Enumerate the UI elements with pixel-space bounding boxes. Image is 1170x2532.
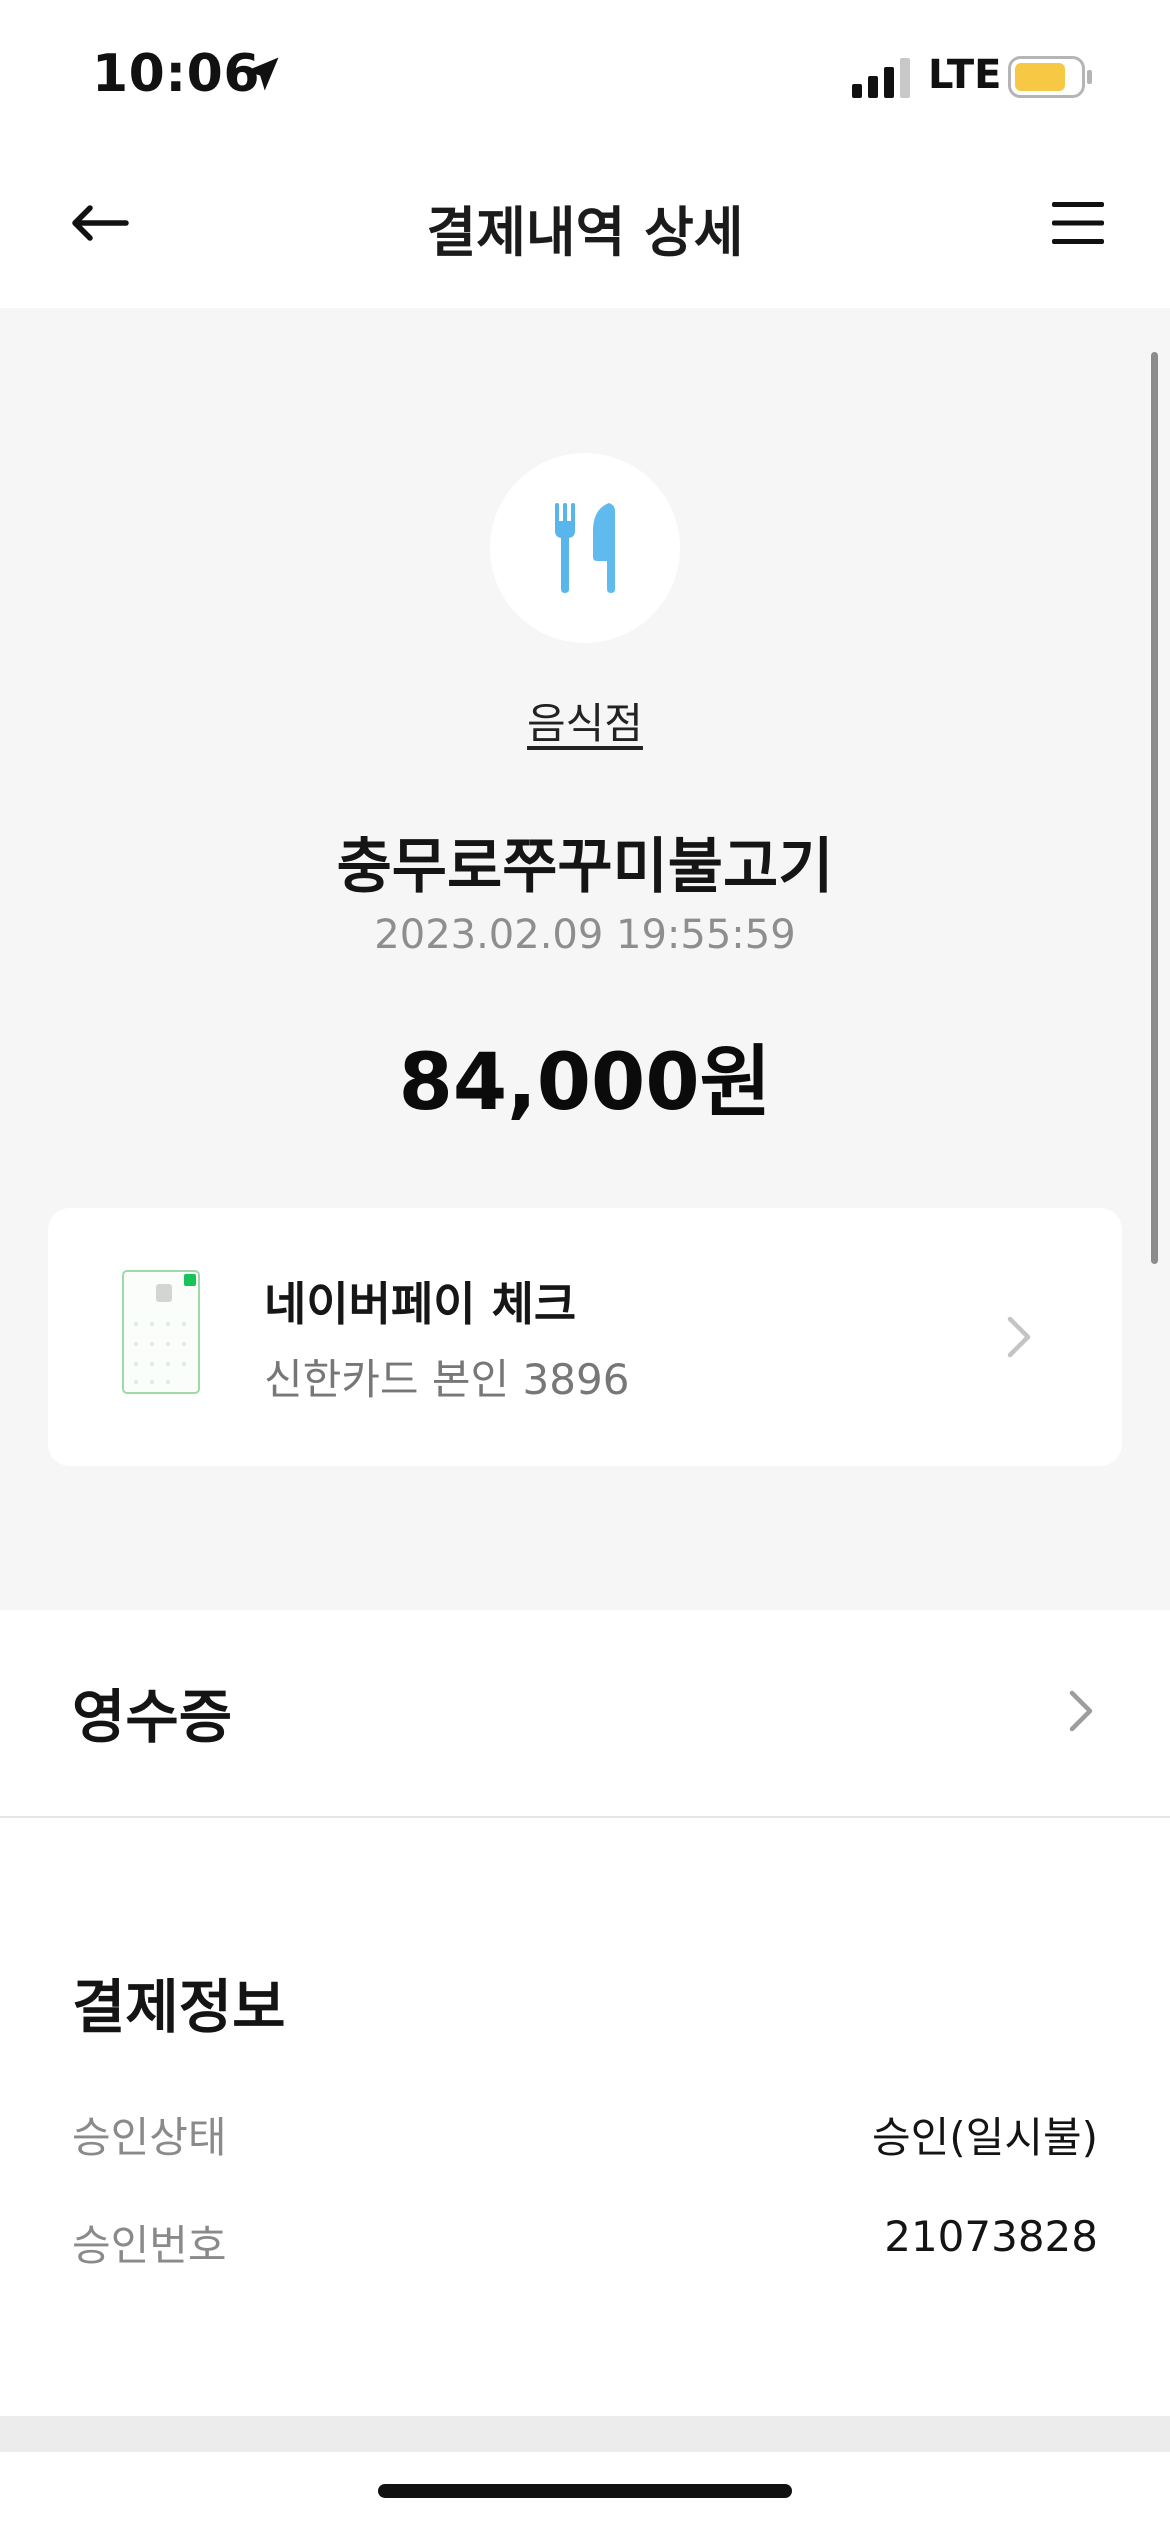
payment-info-title: 결제정보	[72, 1973, 286, 2041]
hamburger-menu-icon	[1052, 202, 1104, 244]
approval-number-label: 승인번호	[72, 2221, 227, 2270]
page-title: 결제내역 상세	[426, 201, 744, 264]
merchant-name: 충무로쭈꾸미불고기	[336, 832, 834, 902]
payment-method-row[interactable]	[48, 1208, 1122, 1466]
card-name: 네이버페이 체크	[264, 1277, 577, 1331]
section-divider	[0, 2416, 1170, 2452]
fork-knife-icon	[555, 503, 615, 593]
approval-status-label: 승인상태	[72, 2113, 227, 2162]
chevron-right-icon	[1069, 1690, 1093, 1732]
network-type-label: LTE	[928, 52, 1002, 98]
location-arrow-icon	[245, 57, 279, 91]
menu-button[interactable]	[1040, 185, 1116, 261]
approval-number-value: 21073828	[884, 2212, 1098, 2261]
approval-status-value: 승인(일시불)	[872, 2113, 1098, 2162]
transaction-amount: 84,000원	[398, 1038, 772, 1128]
category-link[interactable]: 음식점	[0, 690, 1170, 751]
card-detail: 신한카드 본인 3896	[264, 1355, 630, 1404]
home-indicator[interactable]	[378, 2484, 792, 2498]
battery-icon	[1008, 56, 1092, 98]
chevron-right-icon	[1007, 1316, 1031, 1358]
transaction-datetime: 2023.02.09 19:55:59	[374, 912, 796, 958]
category-icon-badge	[490, 453, 680, 643]
cellular-signal-icon	[852, 58, 910, 98]
card-thumbnail-icon	[122, 1270, 200, 1394]
status-time: 10:06	[92, 44, 261, 104]
receipt-label: 영수증	[72, 1683, 233, 1751]
